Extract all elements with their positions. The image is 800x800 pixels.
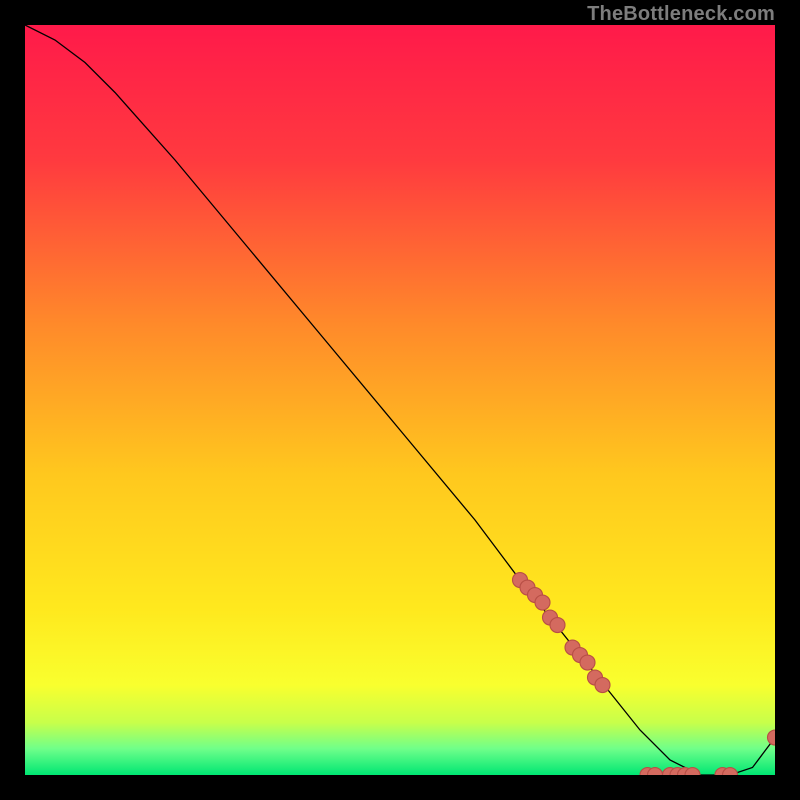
data-marker [550,618,565,633]
data-marker [580,655,595,670]
plot-area [25,25,775,775]
data-marker [768,730,776,745]
watermark-text: TheBottleneck.com [587,3,775,26]
marker-group [513,573,776,776]
data-marker [595,678,610,693]
curve-layer [25,25,775,775]
chart-stage: TheBottleneck.com [0,0,800,800]
data-marker [535,595,550,610]
bottleneck-curve [25,25,775,775]
